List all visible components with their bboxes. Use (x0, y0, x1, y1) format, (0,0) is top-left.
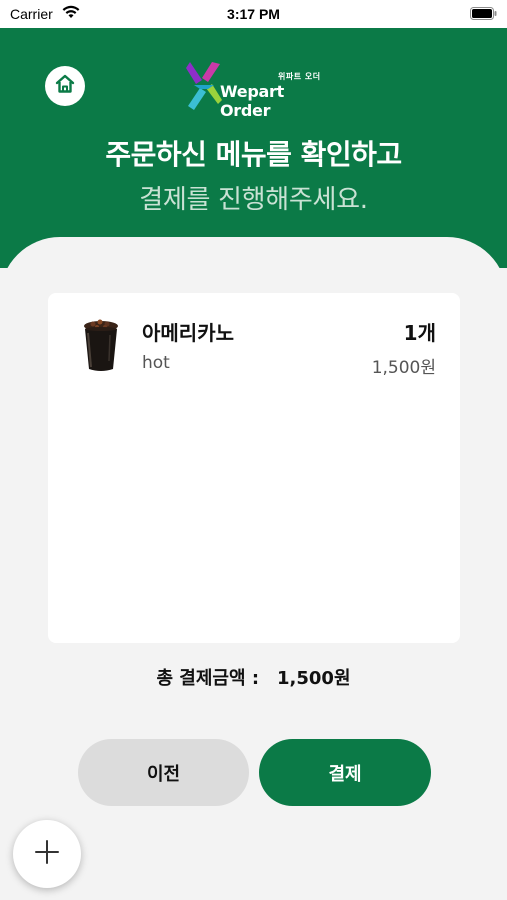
battery-icon (470, 7, 497, 23)
item-price: 1,500원 (371, 358, 436, 378)
floating-add-button[interactable] (13, 820, 81, 888)
item-name: 아메리카노 (142, 321, 234, 345)
status-time: 3:17 PM (227, 6, 280, 22)
americano-cup-icon (82, 317, 120, 377)
total-amount: 1,500원 (277, 668, 351, 689)
item-quantity: 1개 (403, 321, 436, 345)
total-label: 총 결제금액 : (156, 668, 260, 689)
app-logo: 위파트 오더 Wepart Order (186, 60, 326, 120)
order-item[interactable]: 아메리카노 hot 1개 1,500원 (48, 293, 460, 383)
home-icon (54, 73, 76, 99)
logo-text: Wepart Order (220, 82, 284, 120)
home-button[interactable] (45, 66, 85, 106)
logo-korean-text: 위파트 오더 (278, 72, 321, 81)
order-card: 아메리카노 hot 1개 1,500원 (48, 293, 460, 643)
plus-icon (34, 839, 60, 869)
page-subheadline: 결제를 진행해주세요. (139, 185, 368, 215)
logo-mark-icon (186, 60, 222, 114)
item-option: hot (142, 353, 170, 373)
page-headline: 주문하신 메뉴를 확인하고 (105, 138, 402, 171)
prev-button[interactable]: 이전 (78, 739, 249, 806)
status-bar: Carrier 3:17 PM (0, 0, 507, 28)
total-summary: 총 결제금액 : 1,500원 (0, 664, 507, 690)
header: 위파트 오더 Wepart Order 주문하신 메뉴를 확인하고 결제를 진행… (0, 28, 507, 268)
pay-button[interactable]: 결제 (259, 739, 431, 806)
